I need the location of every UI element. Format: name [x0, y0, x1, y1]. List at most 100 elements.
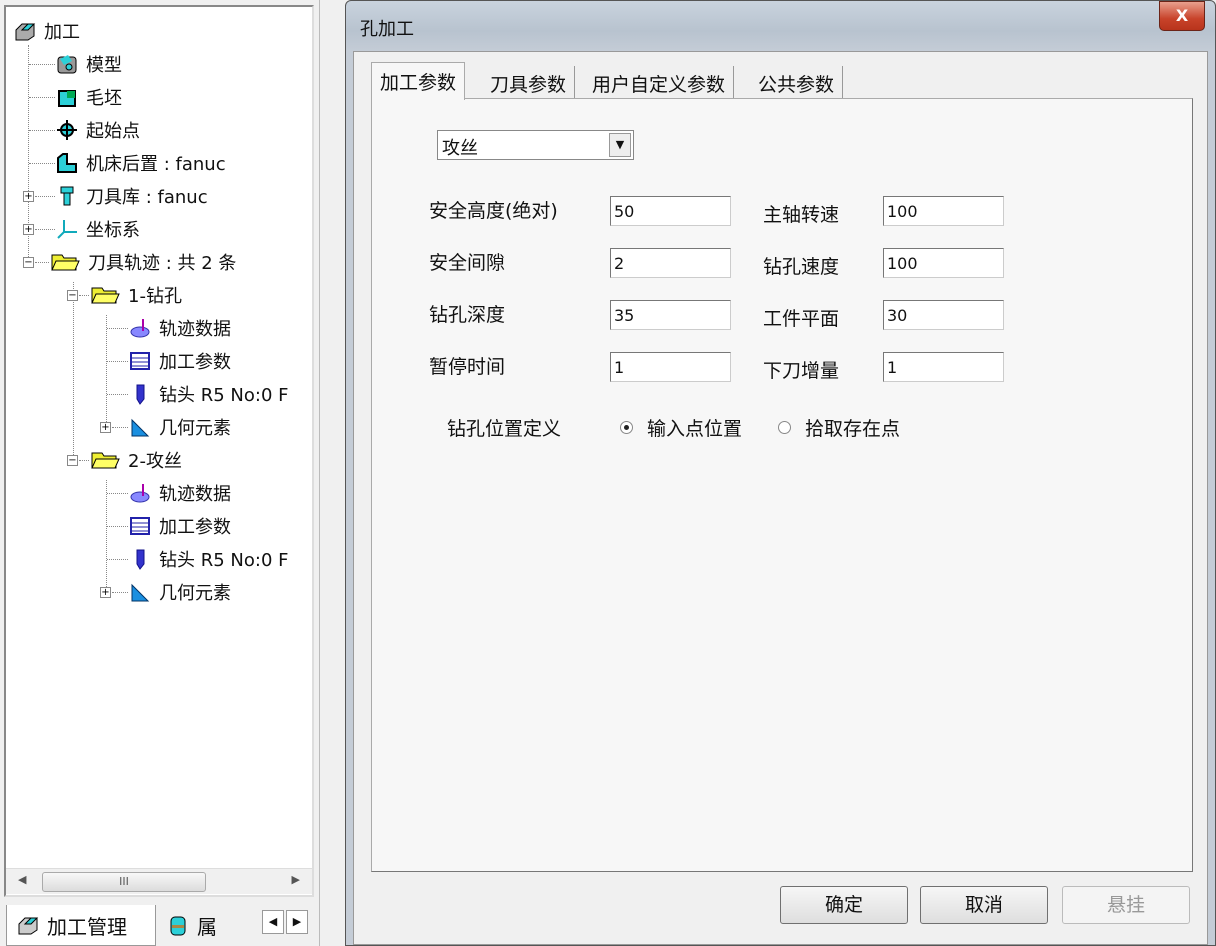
- field-input-left-1[interactable]: 2: [610, 248, 731, 278]
- tree-item-label: 毛坯: [86, 88, 122, 109]
- radio-button-checked[interactable]: [620, 421, 633, 434]
- field-input-right-3[interactable]: 1: [883, 352, 1004, 382]
- scroll-thumb[interactable]: III: [42, 872, 206, 892]
- params-icon: [129, 350, 151, 372]
- params-panel: 攻丝 ▼ 安全高度(绝对) 50 主轴转速 100 安全间隙 2 钻孔速度 100 钻…: [371, 98, 1193, 872]
- expand-toggle[interactable]: +: [23, 224, 34, 235]
- expand-toggle[interactable]: +: [23, 191, 34, 202]
- field-label: 下刀增量: [763, 360, 840, 382]
- radio-input-point[interactable]: 输入点位置: [620, 414, 742, 441]
- machining-icon: [14, 20, 36, 42]
- folder-open-icon: [90, 449, 120, 471]
- close-button[interactable]: X: [1159, 1, 1205, 31]
- machining-icon: [17, 914, 39, 936]
- field-label: 主轴转速: [763, 204, 840, 226]
- scroll-right-arrow[interactable]: ▶: [292, 873, 300, 886]
- toolpath-data-icon: [129, 482, 151, 504]
- tab-scroll-left[interactable]: ◀: [262, 910, 284, 934]
- tree-item-coordinate-system[interactable]: 坐标系: [56, 214, 140, 244]
- drill-icon: [129, 548, 151, 570]
- machining-manager-panel: 加工 模型 毛坯 起始点 机床后置 : fanuc + 刀具库 : fanuc …: [0, 0, 320, 946]
- machine-post-icon: [56, 152, 78, 174]
- title-bar[interactable]: 孔加工 X: [346, 1, 1215, 51]
- expand-toggle[interactable]: +: [100, 587, 111, 598]
- operation-type-value: 攻丝: [442, 138, 478, 159]
- scroll-left-arrow[interactable]: ◀: [18, 873, 26, 886]
- field-input-right-0[interactable]: 100: [883, 196, 1004, 226]
- radio-label: 输入点位置: [647, 418, 743, 440]
- field-input-left-0[interactable]: 50: [610, 196, 731, 226]
- collapse-toggle[interactable]: −: [67, 290, 78, 301]
- tree-item-label: 1-钻孔: [128, 286, 182, 307]
- coordinate-system-icon: [56, 218, 78, 240]
- field-label: 钻孔速度: [763, 256, 840, 278]
- tree-item-label: 模型: [86, 55, 122, 76]
- geometry-icon: [129, 581, 151, 603]
- tree-item-toolpath[interactable]: 1-钻孔: [90, 280, 182, 310]
- start-point-icon: [56, 119, 78, 141]
- tree-item-geometry[interactable]: 几何元素: [129, 412, 231, 442]
- operation-type-select[interactable]: 攻丝 ▼: [437, 130, 634, 160]
- tab-machining-manager[interactable]: 加工管理: [6, 905, 156, 946]
- tree-item-toolpath-data[interactable]: 轨迹数据: [129, 478, 231, 508]
- tab-user-params[interactable]: 用户自定义参数: [584, 66, 735, 100]
- tree-item-label: 起始点: [86, 121, 140, 142]
- expand-toggle[interactable]: +: [100, 422, 111, 433]
- field-input-left-2[interactable]: 35: [610, 300, 731, 330]
- collapse-toggle[interactable]: −: [67, 455, 78, 466]
- collapse-toggle[interactable]: −: [23, 257, 34, 268]
- tree-item-drill[interactable]: 钻头 R5 No:0 F: [129, 544, 288, 574]
- tree-item-label: 加工参数: [159, 352, 231, 373]
- tab-properties[interactable]: 属: [165, 905, 217, 946]
- params-icon: [129, 515, 151, 537]
- tree-item-toolpath-data[interactable]: 轨迹数据: [129, 313, 231, 343]
- tree-item-label: 坐标系: [86, 220, 140, 241]
- position-definition-label: 钻孔位置定义: [447, 418, 562, 440]
- cancel-button[interactable]: 取消: [920, 886, 1048, 924]
- radio-button[interactable]: [778, 421, 791, 434]
- field-input-right-2[interactable]: 30: [883, 300, 1004, 330]
- field-input-left-3[interactable]: 1: [610, 352, 731, 382]
- tree-item-label: 2-攻丝: [128, 451, 182, 472]
- tree-item-label: 钻头 R5 No:0 F: [159, 550, 289, 571]
- tab-tool-params[interactable]: 刀具参数: [482, 66, 576, 100]
- chevron-down-icon[interactable]: ▼: [609, 133, 631, 157]
- stock-icon: [56, 86, 78, 108]
- tab-common-params[interactable]: 公共参数: [750, 66, 844, 100]
- field-label: 安全间隙: [429, 252, 506, 274]
- tree-item-params[interactable]: 加工参数: [129, 346, 231, 376]
- tree-item-label: 刀具库 : fanuc: [86, 187, 208, 208]
- tab-scroll-right[interactable]: ▶: [286, 910, 308, 934]
- tree-item-stock[interactable]: 毛坯: [56, 82, 122, 112]
- tree-item-label: 加工参数: [159, 517, 231, 538]
- tab-label: 属: [197, 915, 217, 939]
- tree-item-label: 轨迹数据: [159, 484, 231, 505]
- radio-pick-point[interactable]: 拾取存在点: [778, 414, 900, 441]
- tree-item-drill[interactable]: 钻头 R5 No:0 F: [129, 379, 288, 409]
- machining-tree[interactable]: 加工 模型 毛坯 起始点 机床后置 : fanuc + 刀具库 : fanuc …: [4, 5, 314, 897]
- tree-item-machine-post[interactable]: 机床后置 : fanuc: [56, 148, 226, 178]
- tree-item-params[interactable]: 加工参数: [129, 511, 231, 541]
- tab-label: 加工管理: [47, 914, 127, 939]
- tree-item-label: 几何元素: [159, 418, 231, 439]
- horizontal-scrollbar[interactable]: ◀ III ▶: [6, 868, 312, 894]
- tab-machining-params[interactable]: 加工参数: [371, 62, 466, 100]
- hole-machining-dialog: 孔加工 X 加工参数 刀具参数 用户自定义参数 公共参数 攻丝 ▼ 安全高度(绝对…: [345, 0, 1216, 946]
- drill-icon: [129, 383, 151, 405]
- tree-item-start-point[interactable]: 起始点: [56, 115, 140, 145]
- tree-item-geometry[interactable]: 几何元素: [129, 577, 231, 607]
- field-label: 工件平面: [763, 308, 840, 330]
- suspend-button[interactable]: 悬挂: [1062, 886, 1190, 924]
- tree-item-tool-library[interactable]: 刀具库 : fanuc: [56, 181, 208, 211]
- field-label: 钻孔深度: [429, 304, 506, 326]
- geometry-icon: [129, 416, 151, 438]
- dialog-body: 加工参数 刀具参数 用户自定义参数 公共参数 攻丝 ▼ 安全高度(绝对) 50 主…: [353, 51, 1208, 945]
- tree-item-toolpath[interactable]: 2-攻丝: [90, 445, 182, 475]
- ok-button[interactable]: 确定: [780, 886, 908, 924]
- folder-open-icon: [50, 251, 80, 273]
- tree-root-label: 加工: [44, 22, 80, 43]
- tree-item-toolpaths[interactable]: 刀具轨迹 : 共 2 条: [50, 247, 236, 277]
- tree-item-model[interactable]: 模型: [56, 49, 122, 79]
- tree-root[interactable]: 加工: [14, 16, 80, 46]
- field-input-right-1[interactable]: 100: [883, 248, 1004, 278]
